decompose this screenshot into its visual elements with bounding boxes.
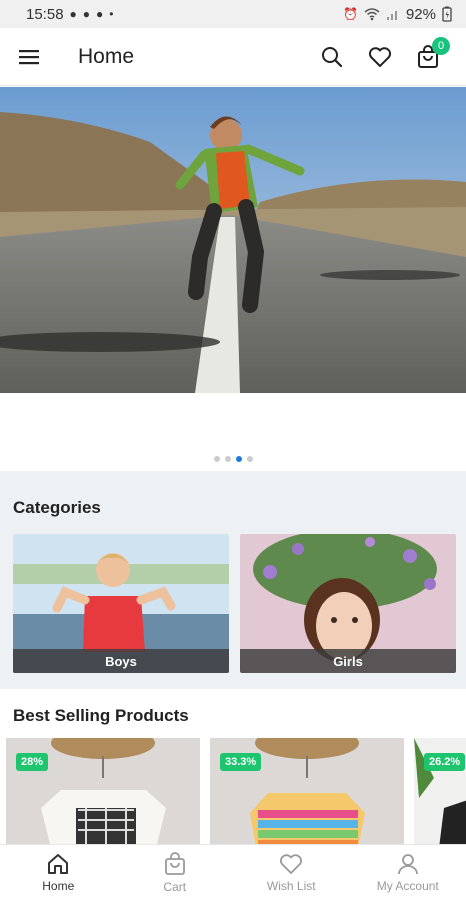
category-label: Boys bbox=[13, 649, 229, 673]
wifi-icon bbox=[364, 8, 380, 21]
category-card-boys[interactable]: Boys bbox=[13, 534, 229, 673]
nav-label: Home bbox=[42, 878, 75, 893]
discount-badge: 26.2% bbox=[424, 753, 466, 771]
nav-wishlist[interactable]: Wish List bbox=[233, 845, 350, 900]
skype-notification-icon: ● bbox=[82, 7, 91, 21]
discount-badge: 28% bbox=[16, 753, 49, 771]
nav-label: Cart bbox=[163, 879, 187, 894]
nav-account[interactable]: My Account bbox=[350, 845, 466, 900]
chat-notification-icon: ● bbox=[69, 7, 77, 21]
signal-icon bbox=[386, 11, 397, 20]
battery-icon bbox=[442, 6, 452, 22]
hero-image bbox=[0, 87, 466, 393]
product-card[interactable]: 33.3% bbox=[210, 738, 404, 844]
categories-section: Categories Boys Girls bbox=[0, 471, 466, 689]
product-card[interactable]: 28% bbox=[6, 738, 200, 844]
best-selling-section: Best Selling Products 28% 33.3% 26.2% bbox=[0, 689, 466, 844]
menu-icon bbox=[19, 49, 39, 64]
status-bar: 15:58 ● ● ● • ⏰ 92% bbox=[0, 0, 466, 28]
menu-button[interactable] bbox=[18, 45, 42, 69]
carousel-dot[interactable] bbox=[224, 456, 231, 462]
app-bar: Home 0 bbox=[0, 28, 466, 86]
nav-home[interactable]: Home bbox=[0, 845, 117, 900]
home-icon bbox=[48, 853, 69, 874]
search-button[interactable] bbox=[312, 37, 352, 77]
message-notification-icon: ● bbox=[96, 7, 104, 21]
product-card[interactable]: 26.2% bbox=[414, 738, 466, 844]
discount-badge: 33.3% bbox=[220, 753, 262, 771]
more-notifications-icon: • bbox=[109, 7, 114, 21]
best-selling-title: Best Selling Products bbox=[13, 706, 189, 725]
carousel-dot[interactable] bbox=[246, 456, 253, 462]
wishlist-button[interactable] bbox=[360, 37, 400, 77]
user-icon bbox=[397, 853, 418, 874]
status-time: 15:58 bbox=[26, 5, 64, 23]
nav-label: My Account bbox=[376, 878, 439, 893]
search-icon bbox=[322, 46, 343, 67]
heart-icon bbox=[280, 853, 303, 874]
categories-title: Categories bbox=[13, 498, 101, 517]
battery-percent: 92% bbox=[405, 5, 436, 23]
nav-cart[interactable]: Cart bbox=[117, 845, 234, 900]
nav-label: Wish List bbox=[266, 878, 316, 893]
category-card-girls[interactable]: Girls bbox=[240, 534, 456, 673]
hero-banner[interactable] bbox=[0, 87, 466, 393]
carousel-dot-active[interactable] bbox=[235, 456, 242, 462]
cart-icon bbox=[164, 851, 185, 875]
carousel-footer bbox=[0, 393, 466, 471]
cart-count-badge: 0 bbox=[432, 36, 450, 55]
alarm-icon: ⏰ bbox=[343, 7, 358, 21]
bottom-navigation: Home Cart Wish List My Account bbox=[0, 844, 466, 900]
category-label: Girls bbox=[240, 649, 456, 673]
cart-button[interactable]: 0 bbox=[408, 36, 450, 77]
carousel-dot[interactable] bbox=[213, 456, 220, 462]
page-title: Home bbox=[78, 44, 135, 68]
heart-icon bbox=[368, 46, 392, 67]
carousel-indicator[interactable] bbox=[0, 456, 466, 462]
